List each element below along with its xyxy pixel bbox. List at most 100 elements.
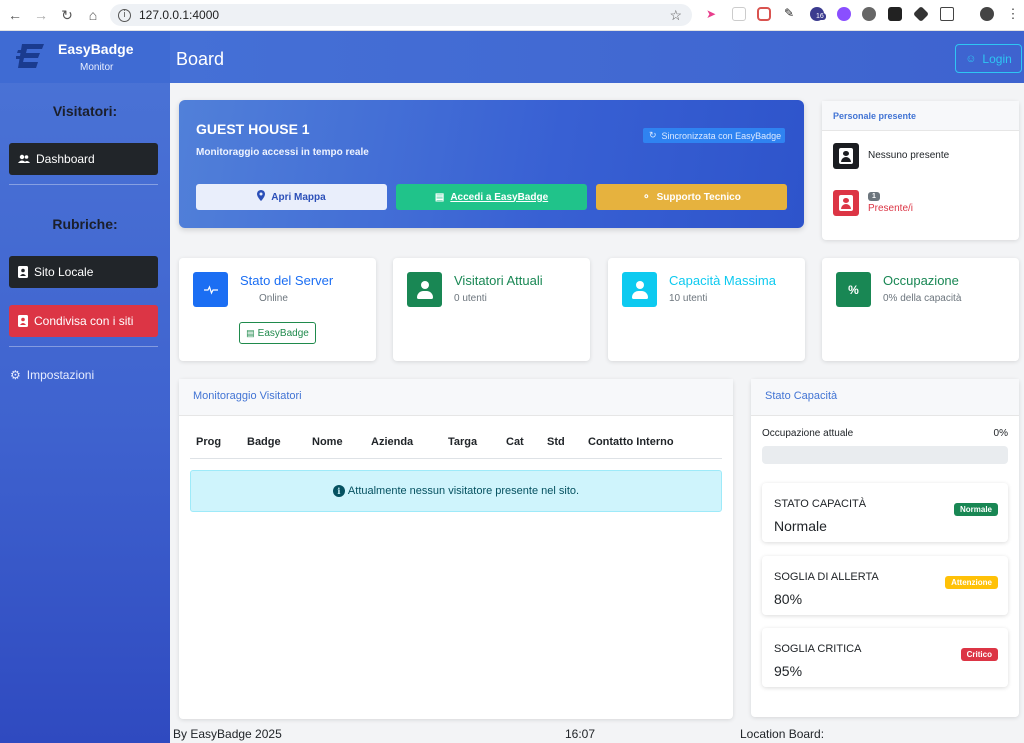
column-header: Std: [547, 436, 565, 448]
extension-badge-icon[interactable]: 16: [810, 7, 826, 21]
column-header: Targa: [448, 436, 478, 448]
open-map-label: Apri Mappa: [271, 191, 326, 203]
support-button[interactable]: ⚬ Supporto Tecnico: [596, 184, 787, 210]
extensions-puzzle-icon[interactable]: [940, 7, 954, 21]
visitor-monitor-title: Monitoraggio Visitatori: [179, 379, 733, 416]
extension-bug-icon[interactable]: [862, 7, 876, 21]
page-header: Board ☺ Login: [170, 31, 1024, 83]
profile-avatar-icon[interactable]: [980, 7, 994, 21]
current-occupancy-label: Occupazione attuale: [762, 428, 854, 439]
easybadge-logo-icon: [16, 44, 44, 68]
max-capacity-value: 10 utenti: [669, 293, 708, 304]
empty-visitors-alert: i Attualmente nessun visitatore presente…: [190, 470, 722, 512]
capacity-status-title: Stato Capacità: [751, 379, 1019, 416]
sync-label: Sincronizzata con EasyBadge: [661, 130, 782, 141]
sidebar-item-label: Dashboard: [36, 152, 95, 166]
column-header: Prog: [196, 436, 222, 448]
current-occupancy-value: 0%: [993, 428, 1008, 439]
login-button[interactable]: ☺ Login: [955, 44, 1022, 73]
sidebar-item-label: Condivisa con i siti: [34, 314, 134, 328]
empty-visitors-message: Attualmente nessun visitatore presente n…: [347, 485, 580, 497]
sync-icon: ↻: [649, 130, 657, 140]
occupancy-card: % Occupazione 0% della capacità: [822, 258, 1019, 361]
capacity-state-label: STATO CAPACITÀ: [774, 498, 867, 510]
easybadge-server-button[interactable]: ▤ EasyBadge: [239, 322, 316, 344]
bookmark-star-icon[interactable]: ☆: [669, 7, 682, 24]
easybadge-server-label: EasyBadge: [257, 327, 309, 339]
server-status-card: Stato del Server Online ▤ EasyBadge: [179, 258, 376, 361]
forward-icon[interactable]: →: [30, 4, 52, 26]
extension-box-icon[interactable]: [913, 6, 929, 22]
heartbeat-icon: [193, 272, 228, 307]
column-header: Contatto Interno: [588, 436, 674, 448]
max-capacity-title: Capacità Massima: [669, 273, 776, 288]
back-icon[interactable]: ←: [4, 4, 26, 26]
critical-threshold-label: SOGLIA CRITICA: [774, 643, 862, 655]
sidebar: EasyBadge Monitor Visitatori: Dashboard …: [0, 31, 170, 743]
staff-present-label: Presente/i: [868, 203, 914, 214]
extension-pen-icon[interactable]: ✎: [784, 6, 798, 20]
visitor-monitor-panel: Monitoraggio Visitatori Prog Badge Nome …: [179, 379, 733, 719]
extension-arrow-icon[interactable]: ➤: [706, 7, 720, 21]
sidebar-item-dashboard[interactable]: Dashboard: [9, 143, 158, 175]
critical-badge: Critico: [960, 648, 998, 661]
site-title: GUEST HOUSE 1: [196, 121, 310, 137]
current-visitors-title: Visitatori Attuali: [454, 273, 543, 288]
alert-threshold-label: SOGLIA DI ALLERTA: [774, 571, 879, 583]
max-capacity-card: Capacità Massima 10 utenti: [608, 258, 805, 361]
home-icon[interactable]: ⌂: [82, 4, 104, 26]
site-hero-card: GUEST HOUSE 1 Monitoraggio accessi in te…: [179, 100, 804, 228]
sidebar-divider: [9, 346, 158, 347]
browser-toolbar: ← → ↻ ⌂ i 127.0.0.1:4000 ☆ ➤ ✎ 16 ⋮: [0, 0, 1024, 31]
brand-name: EasyBadge: [58, 41, 134, 57]
footer-location-label: Location Board:: [740, 727, 825, 741]
occupancy-progress-bar: [762, 446, 1008, 464]
capacity-state-value: Normale: [774, 518, 827, 534]
staff-title: Personale presente: [822, 101, 1019, 131]
visitor-table-header: Prog Badge Nome Azienda Targa Cat Std Co…: [190, 429, 722, 459]
address-bar[interactable]: i 127.0.0.1:4000 ☆: [110, 4, 692, 26]
access-easybadge-label: Accedi a EasyBadge: [450, 191, 549, 203]
capacity-state-box: STATO CAPACITÀ Normale Normale: [762, 483, 1008, 542]
staff-dark-icon: [833, 143, 859, 169]
staff-count-badge: 1: [868, 192, 880, 201]
extension-red-icon[interactable]: [757, 7, 771, 21]
extension-purple-icon[interactable]: [837, 7, 851, 21]
site-subtitle: Monitoraggio accessi in tempo reale: [196, 147, 369, 158]
critical-threshold-box: SOGLIA CRITICA 95% Critico: [762, 628, 1008, 687]
sidebar-item-local-site[interactable]: Sito Locale: [9, 256, 158, 288]
sync-badge: ↻ Sincronizzata con EasyBadge: [643, 128, 786, 143]
site-info-icon[interactable]: i: [118, 8, 131, 22]
extension-grid-icon[interactable]: [732, 7, 746, 21]
extension-square-icon[interactable]: [888, 7, 902, 21]
document-icon: ▤: [246, 327, 255, 338]
login-label: Login: [982, 51, 1012, 66]
user-icon: ☺: [965, 52, 977, 65]
users-icon: [18, 154, 30, 164]
sidebar-item-shared[interactable]: Condivisa con i siti: [9, 305, 158, 337]
visitors-heading: Visitatori:: [52, 103, 118, 119]
open-map-button[interactable]: Apri Mappa: [196, 184, 387, 210]
server-status-title: Stato del Server: [240, 273, 334, 288]
extension-count: 16: [814, 13, 826, 20]
occupancy-title: Occupazione: [883, 273, 959, 288]
reload-icon[interactable]: ↻: [56, 4, 78, 26]
status-badge: Normale: [953, 503, 998, 516]
column-header: Cat: [506, 436, 524, 448]
critical-threshold-value: 95%: [774, 663, 803, 679]
headset-icon: ⚬: [642, 191, 651, 203]
menu-kebab-icon[interactable]: ⋮: [1006, 6, 1020, 21]
capacity-status-panel: Stato Capacità Occupazione attuale 0% ST…: [751, 379, 1019, 717]
current-visitors-card: Visitatori Attuali 0 utenti: [393, 258, 590, 361]
column-header: Nome: [312, 436, 343, 448]
sidebar-item-settings[interactable]: ⚙ Impostazioni: [10, 368, 94, 382]
alert-threshold-value: 80%: [774, 591, 803, 607]
brand: EasyBadge Monitor: [0, 31, 170, 83]
access-easybadge-button[interactable]: ▤ Accedi a EasyBadge: [396, 184, 587, 210]
document-icon: ▤: [434, 191, 445, 203]
url-text: 127.0.0.1:4000: [139, 8, 220, 22]
map-pin-icon: [257, 190, 266, 204]
sidebar-item-label: Sito Locale: [34, 265, 94, 279]
server-status-value: Online: [259, 293, 288, 304]
person-icon: [622, 272, 657, 307]
